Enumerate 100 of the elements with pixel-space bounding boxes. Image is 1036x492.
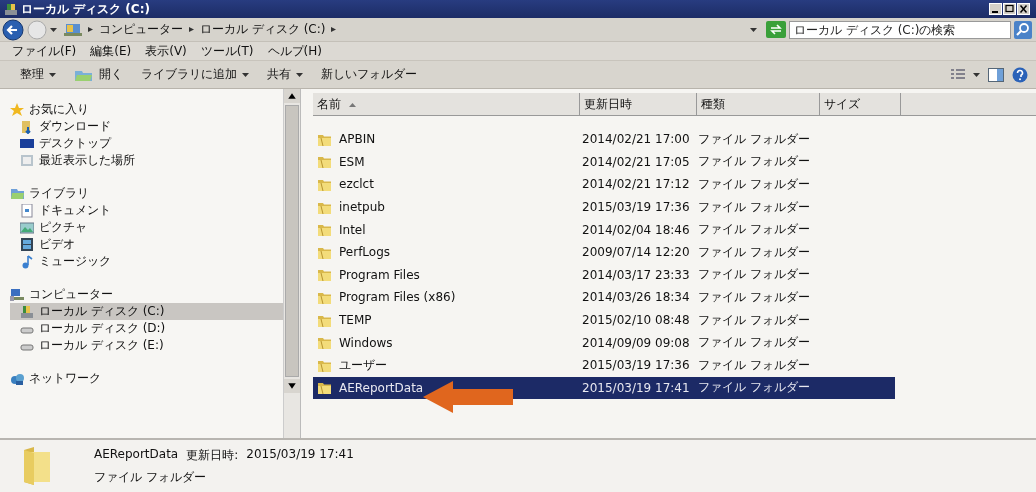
sidebar-item[interactable]: ローカル ディスク (C:) <box>10 303 283 320</box>
date-cell-text: 2014/02/21 17:05 <box>581 154 691 169</box>
sidebar-item[interactable]: ビデオ <box>10 236 283 253</box>
address-field[interactable]: コンピューター ローカル ディスク (C:) <box>62 20 763 39</box>
column-header[interactable]: 種類 <box>697 93 820 115</box>
scrollbar[interactable] <box>283 89 300 438</box>
chevron-icon[interactable] <box>88 27 93 32</box>
picture-icon <box>20 220 34 235</box>
date-cell-text: 2014/09/09 09:08 <box>581 335 691 350</box>
file-name: ESM <box>339 154 365 169</box>
file-row[interactable]: Windows 2014/09/09 09:08 ファイル フォルダー <box>313 331 895 354</box>
search-icon[interactable] <box>1014 20 1032 39</box>
folder-icon <box>317 222 332 238</box>
search-field[interactable]: ローカル ディスク (C:)の検索 <box>789 20 1011 39</box>
breadcrumb[interactable]: コンピューター <box>99 21 183 38</box>
file-name: ezclct <box>339 177 374 192</box>
caret-icon[interactable] <box>242 72 249 77</box>
computer-icon <box>10 287 24 302</box>
file-name: Intel <box>339 222 366 237</box>
view-list-icon[interactable] <box>951 68 965 81</box>
close-icon[interactable] <box>1017 3 1030 15</box>
back-icon[interactable] <box>2 18 24 41</box>
column-header[interactable]: 名前 <box>313 93 580 115</box>
sidebar-item[interactable]: ピクチャ <box>10 219 283 236</box>
drive-icon <box>20 304 34 319</box>
file-row[interactable]: PerfLogs 2009/07/14 12:20 ファイル フォルダー <box>313 240 895 264</box>
column-header[interactable]: 更新日時 <box>580 93 697 115</box>
toolbar-button[interactable]: 整理 <box>14 64 62 85</box>
computer-icon <box>64 22 82 37</box>
minimize-icon[interactable] <box>989 3 1002 15</box>
file-row[interactable]: Program Files (x86) 2014/03/26 18:34 ファイル フォルダー <box>313 286 895 309</box>
toolbar-button[interactable]: 新しいフォルダー <box>315 64 423 85</box>
details-date: 2015/03/19 17:41 <box>246 446 354 463</box>
sidebar-item[interactable]: ライブラリ <box>10 185 283 202</box>
file-row[interactable]: ユーザー 2015/03/19 17:36 ファイル フォルダー <box>313 353 895 377</box>
file-row[interactable]: ezclct 2014/02/21 17:12 ファイル フォルダー <box>313 173 895 196</box>
date-cell-text: 2014/02/21 17:00 <box>581 132 691 147</box>
folder-icon <box>317 154 332 170</box>
sidebar-item[interactable]: ダウンロード <box>10 118 283 135</box>
folder-icon <box>317 335 332 351</box>
toolbar-button[interactable]: ライブラリに追加 <box>135 64 255 85</box>
type-cell-text: ファイル フォルダー <box>696 356 811 374</box>
menu-item[interactable]: 表示(V) <box>145 42 187 60</box>
toolbar-button[interactable]: 共有 <box>261 64 309 85</box>
sidebar-item[interactable]: ローカル ディスク (D:) <box>10 320 283 337</box>
file-row[interactable]: Program Files 2014/03/17 23:33 ファイル フォルダー <box>313 263 895 287</box>
chevron-icon[interactable] <box>331 27 337 32</box>
folder-icon <box>317 380 332 396</box>
caret-icon[interactable] <box>49 72 56 77</box>
caret-icon[interactable] <box>50 27 57 32</box>
sidebar-item[interactable]: デスクトップ <box>10 135 283 152</box>
type-cell-text: ファイル フォルダー <box>696 288 811 306</box>
drive-icon <box>4 2 18 16</box>
file-name: ユーザー <box>339 356 387 374</box>
scroll-up-icon[interactable] <box>284 89 300 103</box>
file-name: AEReportData <box>339 380 424 395</box>
network-icon <box>10 371 24 386</box>
file-row[interactable]: TEMP 2015/02/10 08:48 ファイル フォルダー <box>313 308 895 332</box>
type-cell-text: ファイル フォルダー <box>696 153 811 171</box>
caret-icon[interactable] <box>296 72 303 77</box>
toolbar-button[interactable]: 開く <box>68 64 129 85</box>
sidebar-item[interactable]: ネットワーク <box>10 370 283 387</box>
column-header[interactable]: サイズ <box>820 93 901 115</box>
window-title: ローカル ディスク (C:) <box>21 0 151 18</box>
file-name: inetpub <box>339 200 385 215</box>
folder-icon <box>317 267 332 283</box>
menu-item[interactable]: ヘルプ(H) <box>267 42 322 60</box>
sidebar-item[interactable]: コンピューター <box>10 286 283 303</box>
file-row[interactable]: AEReportData 2015/03/19 17:41 ファイル フォルダー <box>313 376 895 400</box>
menu-item[interactable]: ファイル(F) <box>12 42 77 60</box>
refresh-icon[interactable] <box>766 21 786 38</box>
menu-item[interactable]: 編集(E) <box>90 42 132 60</box>
type-cell-text: ファイル フォルダー <box>696 334 811 352</box>
details-type: ファイル フォルダー <box>94 468 207 486</box>
scroll-thumb[interactable] <box>285 105 299 377</box>
file-row[interactable]: APBIN 2014/02/21 17:00 ファイル フォルダー <box>313 128 895 151</box>
date-cell-text: 2015/03/19 17:36 <box>581 358 691 373</box>
sidebar-item[interactable]: 最近表示した場所 <box>10 152 283 169</box>
scroll-down-icon[interactable] <box>284 379 300 393</box>
file-row[interactable]: inetpub 2015/03/19 17:36 ファイル フォルダー <box>313 195 895 219</box>
chevron-icon[interactable] <box>189 27 194 32</box>
sidebar-item[interactable]: ドキュメント <box>10 202 283 219</box>
file-row[interactable]: Intel 2014/02/04 18:46 ファイル フォルダー <box>313 218 895 241</box>
recent-places-icon <box>20 153 34 168</box>
preview-pane-icon[interactable] <box>988 67 1004 82</box>
breadcrumb[interactable]: ローカル ディスク (C:) <box>200 21 326 38</box>
file-name: APBIN <box>339 132 376 147</box>
file-name: PerfLogs <box>339 245 391 260</box>
sidebar-item[interactable]: ローカル ディスク (E:) <box>10 337 283 354</box>
maximize-icon[interactable] <box>1003 3 1016 15</box>
date-cell-text: 2015/03/19 17:36 <box>581 200 691 215</box>
file-row[interactable]: ESM 2014/02/21 17:05 ファイル フォルダー <box>313 150 895 174</box>
video-icon <box>20 237 34 252</box>
desktop-icon <box>20 136 34 151</box>
sidebar-item[interactable]: ミュージック <box>10 253 283 270</box>
sidebar-item[interactable]: お気に入り <box>10 101 283 118</box>
caret-icon[interactable] <box>973 72 980 77</box>
caret-icon[interactable] <box>750 27 757 32</box>
menu-item[interactable]: ツール(T) <box>200 42 254 60</box>
help-icon[interactable] <box>1012 66 1028 83</box>
